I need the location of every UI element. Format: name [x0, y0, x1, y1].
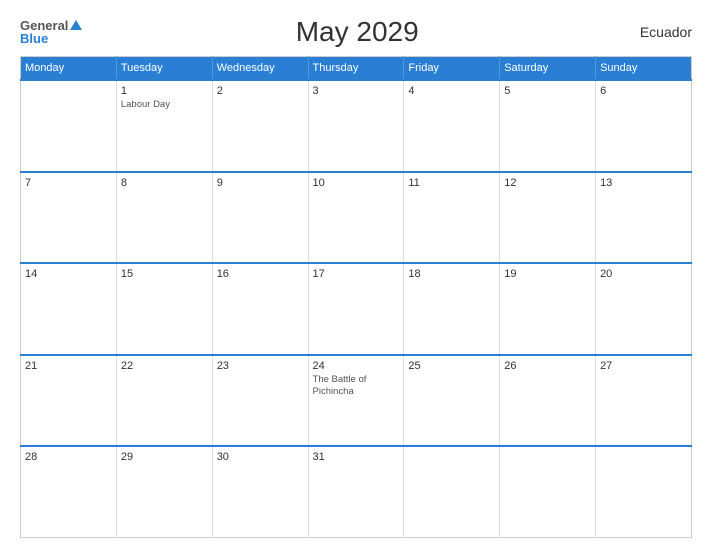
day-number: 2 [217, 85, 304, 97]
calendar-cell: 2 [212, 80, 308, 172]
calendar-cell [404, 446, 500, 538]
day-number: 30 [217, 451, 304, 463]
calendar-week-row: 789 10 11 12 13 [21, 172, 692, 264]
calendar-cell: 11 [404, 172, 500, 264]
calendar-cell: 9 [212, 172, 308, 264]
calendar-cell: 23 [212, 355, 308, 447]
day-number: 9 [217, 177, 304, 189]
calendar-cell: 6 [596, 80, 692, 172]
calendar-header-row: Monday Tuesday Wednesday Thursday Friday… [21, 57, 692, 81]
header: General Blue May 2029 Ecuador [20, 16, 692, 48]
day-number: 28 [25, 451, 112, 463]
calendar-cell: 14 [21, 263, 117, 355]
day-number: 3 [313, 85, 400, 97]
calendar-cell: 29 [116, 446, 212, 538]
day-number: 20 [600, 268, 687, 280]
calendar-cell: 31 [308, 446, 404, 538]
calendar-cell: 7 [21, 172, 117, 264]
col-saturday: Saturday [500, 57, 596, 81]
logo-triangle-icon [70, 20, 82, 30]
calendar-cell: 13 [596, 172, 692, 264]
col-monday: Monday [21, 57, 117, 81]
day-number: 14 [25, 268, 112, 280]
calendar-cell: 16 [212, 263, 308, 355]
col-wednesday: Wednesday [212, 57, 308, 81]
col-thursday: Thursday [308, 57, 404, 81]
calendar-cell: 4 [404, 80, 500, 172]
calendar-cell [21, 80, 117, 172]
day-number: 12 [504, 177, 591, 189]
calendar-cell: 3 [308, 80, 404, 172]
calendar-table: Monday Tuesday Wednesday Thursday Friday… [20, 56, 692, 538]
holiday-label: Labour Day [121, 99, 208, 111]
day-number: 21 [25, 360, 112, 372]
day-number: 27 [600, 360, 687, 372]
calendar-cell: 17 [308, 263, 404, 355]
calendar-cell: 8 [116, 172, 212, 264]
calendar-cell: 25 [404, 355, 500, 447]
calendar-cell: 28 [21, 446, 117, 538]
day-number: 6 [600, 85, 687, 97]
day-number: 16 [217, 268, 304, 280]
day-number: 1 [121, 85, 208, 97]
day-number: 17 [313, 268, 400, 280]
calendar-week-row: 21 22 23 24 The Battle of Pichincha 25 26 27 [21, 355, 692, 447]
logo-blue-text: Blue [20, 32, 48, 45]
col-sunday: Sunday [596, 57, 692, 81]
calendar-cell: 21 [21, 355, 117, 447]
calendar-cell: 20 [596, 263, 692, 355]
day-number: 31 [313, 451, 400, 463]
page: General Blue May 2029 Ecuador Monday Tue… [0, 0, 712, 550]
calendar-week-row: 14 15 16 17 18 19 20 [21, 263, 692, 355]
calendar-cell: 26 [500, 355, 596, 447]
day-number: 19 [504, 268, 591, 280]
country-label: Ecuador [632, 24, 692, 40]
calendar-week-row: 28 29 30 31 [21, 446, 692, 538]
day-number: 7 [25, 177, 112, 189]
calendar-title: May 2029 [82, 16, 632, 48]
day-number: 8 [121, 177, 208, 189]
day-number: 15 [121, 268, 208, 280]
calendar-cell: 22 [116, 355, 212, 447]
day-number: 18 [408, 268, 495, 280]
day-number: 23 [217, 360, 304, 372]
calendar-cell: 12 [500, 172, 596, 264]
calendar-cell: 19 [500, 263, 596, 355]
col-friday: Friday [404, 57, 500, 81]
day-number: 22 [121, 360, 208, 372]
calendar-cell: 30 [212, 446, 308, 538]
calendar-week-row: 1 Labour Day 23456 [21, 80, 692, 172]
calendar-cell: 18 [404, 263, 500, 355]
holiday-label: The Battle of Pichincha [313, 374, 400, 399]
calendar-cell [596, 446, 692, 538]
day-number: 29 [121, 451, 208, 463]
calendar-cell: 1 Labour Day [116, 80, 212, 172]
calendar-cell [500, 446, 596, 538]
day-number: 25 [408, 360, 495, 372]
day-number: 13 [600, 177, 687, 189]
day-number: 4 [408, 85, 495, 97]
calendar-cell: 10 [308, 172, 404, 264]
calendar-cell: 24 The Battle of Pichincha [308, 355, 404, 447]
day-number: 5 [504, 85, 591, 97]
calendar-cell: 27 [596, 355, 692, 447]
col-tuesday: Tuesday [116, 57, 212, 81]
day-number: 10 [313, 177, 400, 189]
calendar-cell: 5 [500, 80, 596, 172]
calendar-cell: 15 [116, 263, 212, 355]
day-number: 24 [313, 360, 400, 372]
logo: General Blue [20, 19, 82, 45]
day-number: 11 [408, 177, 495, 189]
day-number: 26 [504, 360, 591, 372]
